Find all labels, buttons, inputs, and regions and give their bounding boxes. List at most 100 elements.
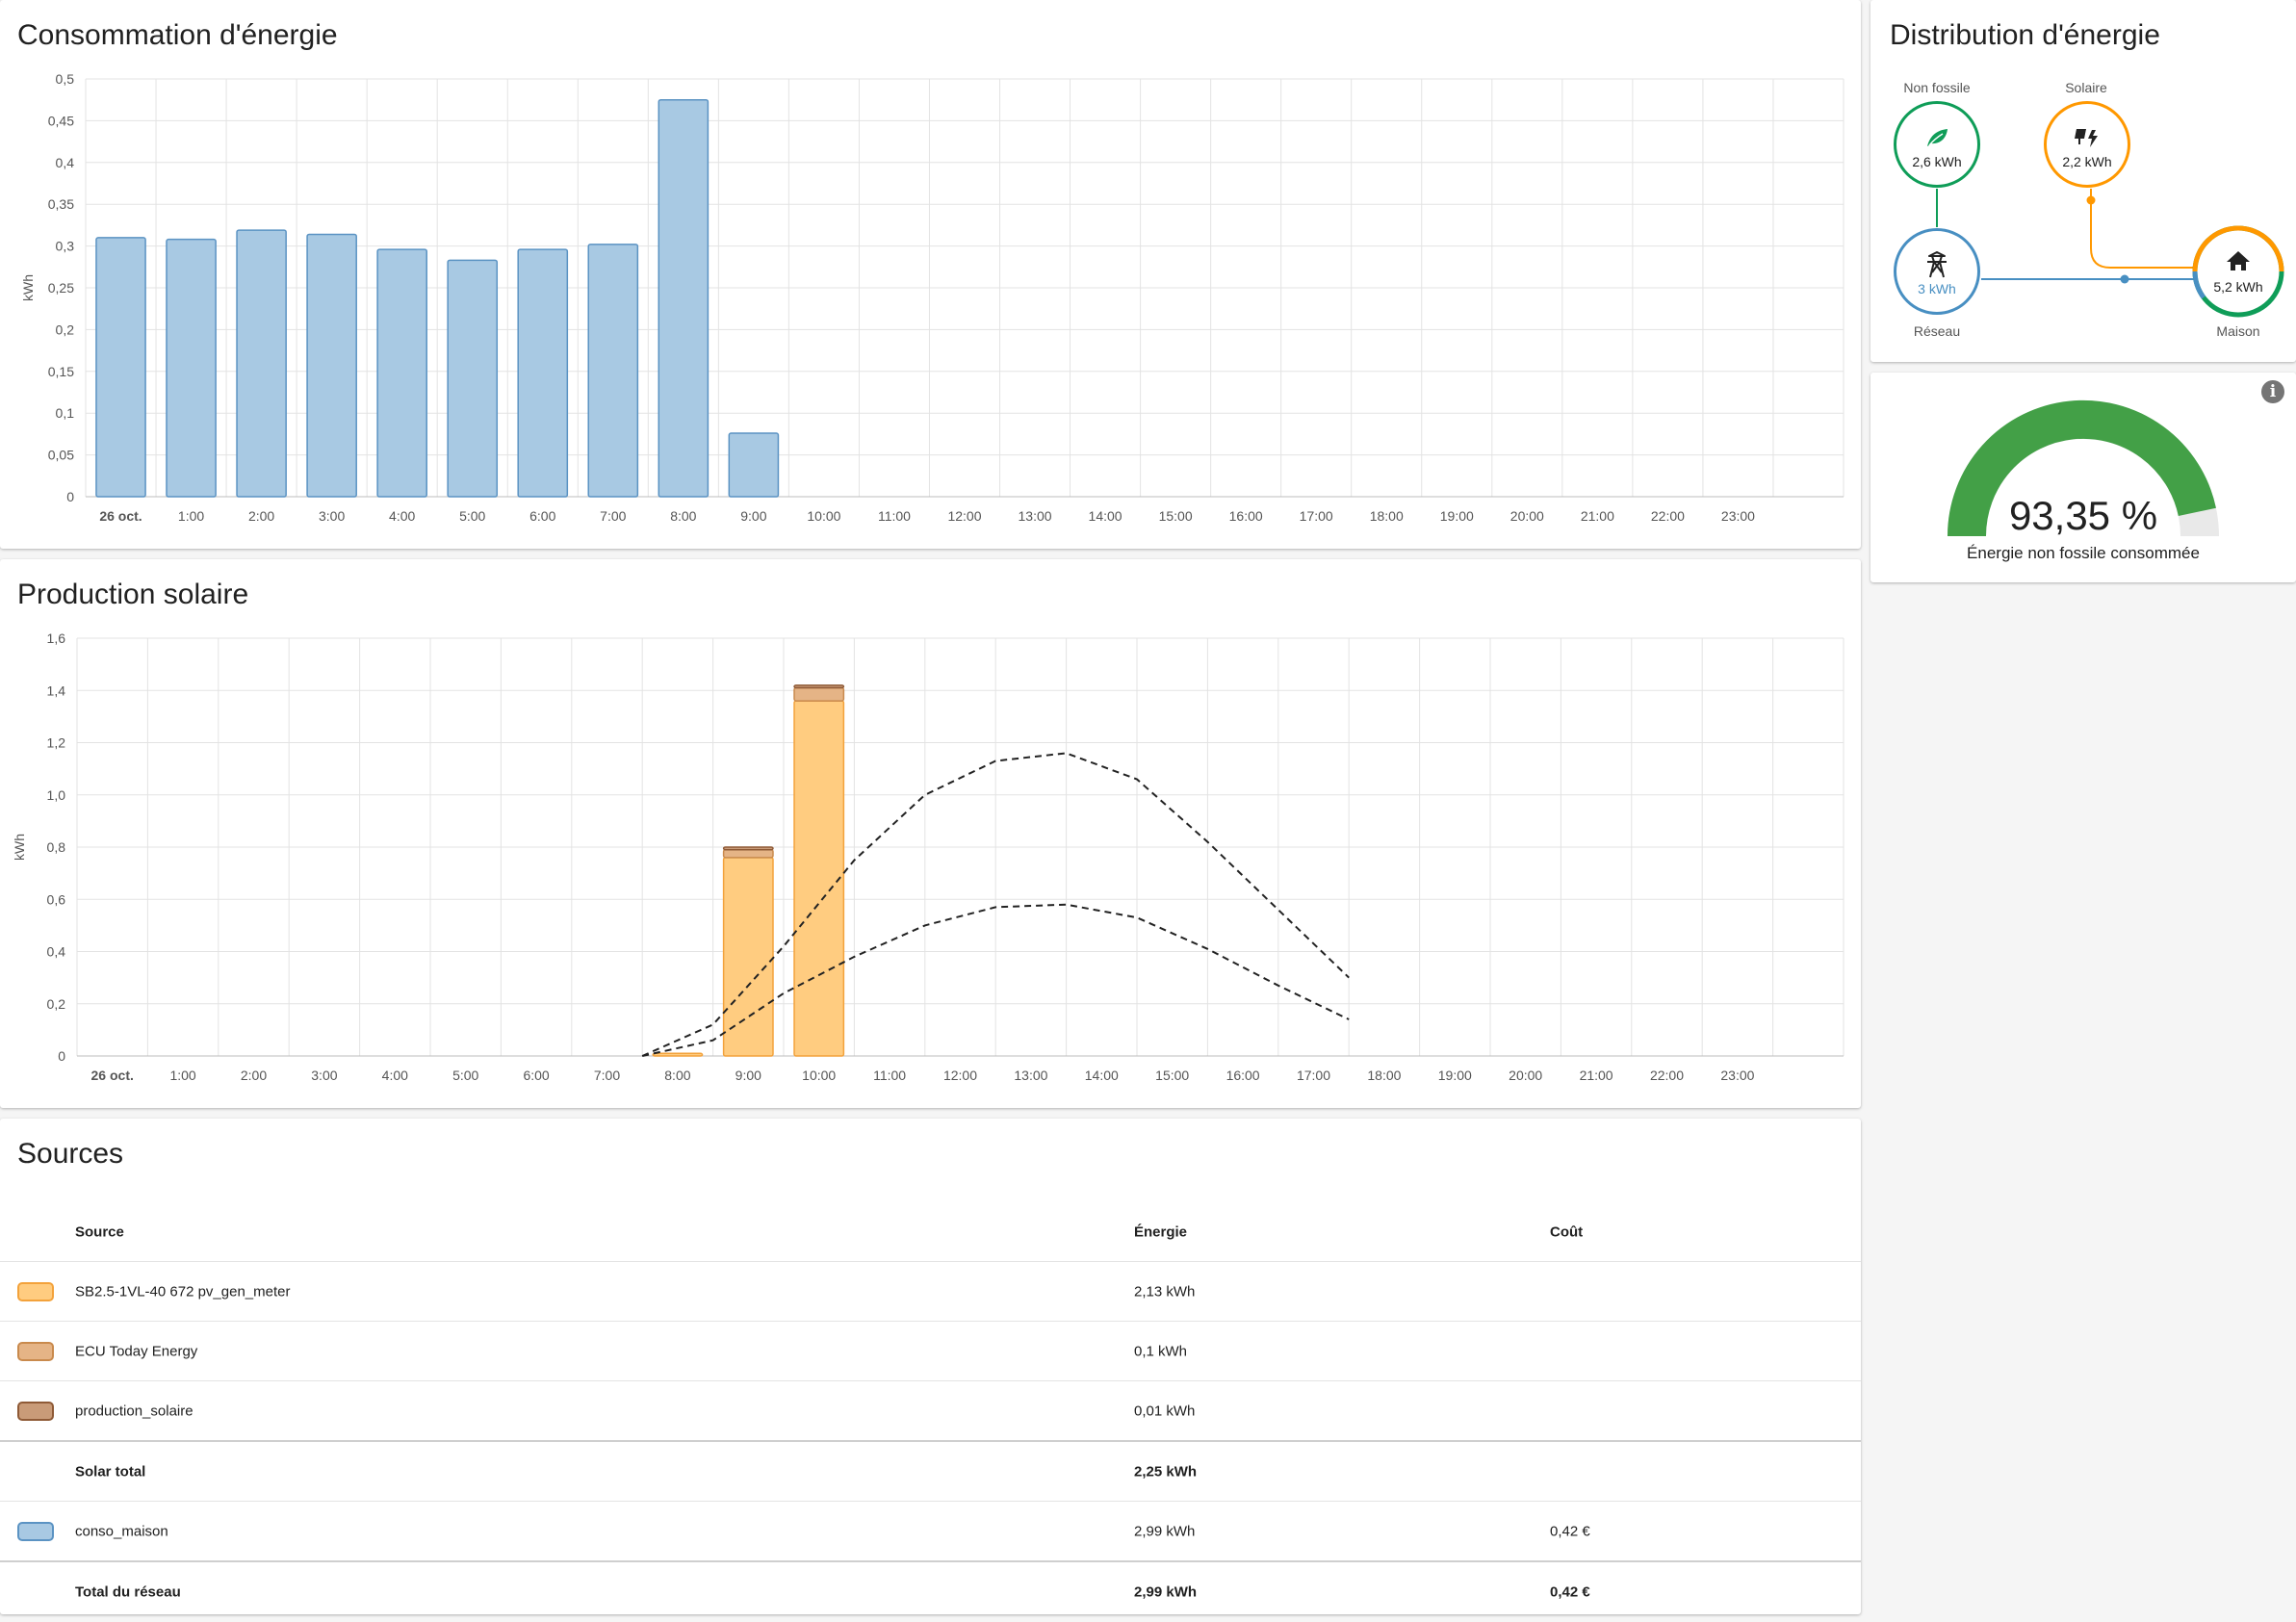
x-tick-label: 9:00 bbox=[735, 1068, 761, 1083]
leaf-icon bbox=[1927, 129, 1948, 146]
grid-node[interactable]: 3 kWh bbox=[1894, 228, 1980, 315]
y-tick-label: 0,35 bbox=[48, 196, 74, 212]
gauge-label: Énergie non fossile consommée bbox=[1967, 544, 2200, 562]
y-tick-label: 0,15 bbox=[48, 364, 74, 379]
solar-total-row: Solar total 2,25 kWh bbox=[0, 1442, 1861, 1502]
y-tick-label: 0,1 bbox=[56, 405, 75, 421]
y-tick-label: 0,2 bbox=[56, 322, 75, 337]
bar bbox=[658, 98, 709, 498]
x-tick-label: 7:00 bbox=[594, 1068, 620, 1083]
table-row[interactable]: conso_maison 2,99 kWh 0,42 € bbox=[0, 1502, 1861, 1562]
table-row[interactable]: SB2.5-1VL-40 672 pv_gen_meter 2,13 kWh bbox=[0, 1262, 1861, 1322]
y-tick-label: 1,2 bbox=[47, 735, 66, 751]
y-tick-label: 1,4 bbox=[47, 682, 66, 698]
bar bbox=[95, 237, 146, 498]
grid-value: 3 kWh bbox=[1918, 281, 1956, 296]
x-tick-label: 12:00 bbox=[943, 1068, 977, 1083]
bar bbox=[793, 686, 845, 702]
non-fossil-node[interactable]: 2,6 kWh bbox=[1894, 101, 1980, 188]
non-fossil-gauge-card: i 93,35 % Énergie non fossile consommée bbox=[1870, 373, 2296, 582]
x-tick-label: 8:00 bbox=[670, 508, 696, 524]
y-tick-label: 0 bbox=[58, 1048, 65, 1064]
x-tick-label: 4:00 bbox=[389, 508, 415, 524]
consumption-card: Consommation d'énergie 0 0,05 0,1 0,15 0,2 0,… bbox=[0, 0, 1861, 549]
bar bbox=[793, 684, 845, 689]
x-tick-label: 20:00 bbox=[1510, 508, 1544, 524]
source-name: conso_maison bbox=[75, 1523, 168, 1539]
x-tick-label: 20:00 bbox=[1509, 1068, 1542, 1083]
non-fossil-value: 2,6 kWh bbox=[1912, 154, 1962, 169]
bar bbox=[652, 1052, 704, 1057]
y-tick-label: 0,5 bbox=[56, 71, 75, 87]
consumption-chart: 0 0,05 0,1 0,15 0,2 0,25 0,3 0,35 0,4 0,45 0,5 26 o… bbox=[20, 71, 1845, 524]
source-color-swatch bbox=[17, 1401, 54, 1421]
y-tick-label: 0,8 bbox=[47, 839, 66, 855]
x-tick-label: 13:00 bbox=[1014, 1068, 1047, 1083]
x-tick-label: 26 oct. bbox=[91, 1068, 134, 1083]
table-row[interactable]: ECU Today Energy 0,1 kWh bbox=[0, 1322, 1861, 1381]
x-tick-label: 8:00 bbox=[664, 1068, 690, 1083]
source-energy: 0,01 kWh bbox=[1134, 1403, 1196, 1419]
y-axis-title: kWh bbox=[20, 274, 36, 301]
x-tick-label: 1:00 bbox=[169, 1068, 195, 1083]
x-tick-label: 2:00 bbox=[248, 508, 274, 524]
x-tick-label: 23:00 bbox=[1720, 1068, 1754, 1083]
x-tick-label: 6:00 bbox=[529, 508, 555, 524]
bar bbox=[722, 848, 774, 859]
source-color-swatch bbox=[17, 1521, 54, 1541]
gauge-value: 93,35 % bbox=[2008, 493, 2158, 538]
x-tick-label: 23:00 bbox=[1721, 508, 1755, 524]
header-cost: Coût bbox=[1550, 1223, 1584, 1241]
x-tick-label: 1:00 bbox=[178, 508, 204, 524]
home-value: 5,2 kWh bbox=[2213, 279, 2263, 295]
bar bbox=[376, 248, 427, 498]
x-tick-label: 18:00 bbox=[1367, 1068, 1401, 1083]
source-energy: 2,13 kWh bbox=[1134, 1283, 1196, 1300]
bar bbox=[722, 857, 774, 1057]
solar-total-label: Solar total bbox=[75, 1463, 146, 1480]
y-tick-label: 0,2 bbox=[47, 996, 66, 1012]
x-tick-label: 18:00 bbox=[1370, 508, 1404, 524]
x-tick-label: 22:00 bbox=[1651, 508, 1685, 524]
x-tick-label: 4:00 bbox=[382, 1068, 408, 1083]
sources-card: Sources Source Énergie Coût SB2.5-1VL-40… bbox=[0, 1119, 1861, 1614]
x-tick-label: 2:00 bbox=[241, 1068, 267, 1083]
grid-total-cost: 0,42 € bbox=[1550, 1583, 1590, 1600]
non-fossil-label: Non fossile bbox=[1903, 80, 1971, 95]
x-tick-label: 16:00 bbox=[1229, 508, 1263, 524]
x-tick-label: 9:00 bbox=[740, 508, 766, 524]
solar-total-energy: 2,25 kWh bbox=[1134, 1463, 1198, 1480]
x-tick-label: 7:00 bbox=[600, 508, 626, 524]
grid-total-row: Total du réseau 2,99 kWh 0,42 € bbox=[0, 1562, 1861, 1621]
sources-title: Sources bbox=[17, 1138, 124, 1170]
bar bbox=[587, 244, 639, 498]
y-tick-label: 0,45 bbox=[48, 113, 74, 128]
source-name: production_solaire bbox=[75, 1403, 193, 1419]
source-cost: 0,42 € bbox=[1550, 1523, 1590, 1539]
home-label: Maison bbox=[2216, 323, 2260, 339]
bar bbox=[306, 233, 357, 498]
table-row[interactable]: production_solaire 0,01 kWh bbox=[0, 1381, 1861, 1442]
x-tick-label: 5:00 bbox=[452, 1068, 478, 1083]
x-tick-label: 16:00 bbox=[1226, 1068, 1260, 1083]
transmission-tower-icon bbox=[1927, 251, 1947, 278]
y-tick-label: 0,4 bbox=[47, 944, 66, 960]
x-tick-label: 6:00 bbox=[523, 1068, 549, 1083]
x-tick-label: 17:00 bbox=[1300, 508, 1333, 524]
x-tick-label: 19:00 bbox=[1440, 508, 1474, 524]
source-energy: 0,1 kWh bbox=[1134, 1343, 1188, 1359]
solar-node[interactable]: 2,2 kWh bbox=[2044, 101, 2130, 188]
x-tick-label: 11:00 bbox=[873, 1068, 906, 1083]
x-tick-label: 17:00 bbox=[1297, 1068, 1330, 1083]
bar bbox=[447, 259, 499, 498]
grid-total-label: Total du réseau bbox=[75, 1583, 181, 1600]
home-node[interactable]: 5,2 kWh bbox=[2195, 228, 2282, 315]
x-tick-label: 14:00 bbox=[1085, 1068, 1119, 1083]
solar-panel-icon bbox=[2075, 129, 2098, 147]
source-color-swatch bbox=[17, 1341, 54, 1361]
x-tick-label: 15:00 bbox=[1155, 1068, 1189, 1083]
x-tick-label: 10:00 bbox=[802, 1068, 836, 1083]
x-tick-label: 3:00 bbox=[319, 508, 345, 524]
x-tick-label: 15:00 bbox=[1159, 508, 1193, 524]
y-tick-label: 0,05 bbox=[48, 448, 74, 463]
